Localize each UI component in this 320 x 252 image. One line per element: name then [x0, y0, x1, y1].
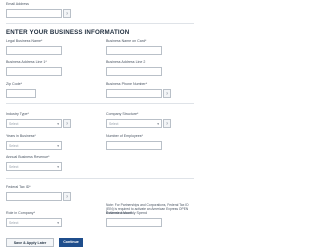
- years-in-business-value: Select: [9, 144, 19, 148]
- industry-type-value: Select: [9, 122, 19, 126]
- years-in-business-label: Years in Business*: [6, 134, 36, 138]
- legal-business-name-label: Legal Business Name*: [6, 39, 43, 43]
- address-line-1-label: Business Address Line 1*: [6, 60, 47, 64]
- save-apply-later-button[interactable]: Save & Apply Later: [6, 238, 54, 247]
- continue-button[interactable]: Continue: [59, 238, 83, 247]
- address-line-1-field[interactable]: [6, 67, 62, 76]
- federal-tax-id-label: Federal Tax ID*: [6, 185, 31, 189]
- section-title: ENTER YOUR BUSINESS INFORMATION: [6, 29, 130, 36]
- industry-type-label: Industry Type*: [6, 112, 29, 116]
- role-in-company-label: Role in Company*: [6, 211, 35, 215]
- business-name-on-card-field[interactable]: [106, 46, 162, 55]
- annual-revenue-label: Annual Business Revenue*: [6, 155, 50, 159]
- years-in-business-select[interactable]: Select ▾: [6, 141, 62, 150]
- number-of-employees-label: Number of Employees*: [106, 134, 143, 138]
- federal-tax-id-field[interactable]: [6, 192, 62, 201]
- company-structure-select[interactable]: Select ▾: [106, 119, 162, 128]
- divider: [6, 178, 194, 179]
- chevron-down-icon: ▾: [57, 221, 59, 225]
- monthly-spend-label: Estimated Monthly Spend: [106, 211, 147, 215]
- business-phone-label: Business Phone Number*: [106, 82, 148, 86]
- zip-code-label: Zip Code*: [6, 82, 22, 86]
- structure-help-icon[interactable]: ?: [163, 119, 171, 128]
- monthly-spend-field[interactable]: [106, 218, 162, 227]
- chevron-down-icon: ▾: [57, 122, 59, 126]
- chevron-down-icon: ▾: [57, 144, 59, 148]
- annual-revenue-value: Select: [9, 165, 19, 169]
- address-line-2-field[interactable]: [106, 67, 162, 76]
- annual-revenue-select[interactable]: Select ▾: [6, 162, 62, 171]
- email-help-icon[interactable]: ?: [63, 9, 71, 18]
- phone-help-icon[interactable]: ?: [163, 89, 171, 98]
- chevron-down-icon: ▾: [57, 165, 59, 169]
- tax-id-help-icon[interactable]: ?: [63, 192, 71, 201]
- company-structure-value: Select: [109, 122, 119, 126]
- role-in-company-value: Select: [9, 221, 19, 225]
- email-label: Email Address: [6, 2, 29, 6]
- divider: [6, 23, 194, 24]
- industry-type-select[interactable]: Select ▾: [6, 119, 62, 128]
- business-phone-field[interactable]: [106, 89, 162, 98]
- address-line-2-label: Business Address Line 2: [106, 60, 146, 64]
- company-structure-label: Company Structure*: [106, 112, 139, 116]
- zip-code-field[interactable]: [6, 89, 36, 98]
- number-of-employees-field[interactable]: [106, 141, 162, 150]
- email-field[interactable]: [6, 9, 62, 18]
- divider: [6, 103, 194, 104]
- chevron-down-icon: ▾: [157, 122, 159, 126]
- role-in-company-select[interactable]: Select ▾: [6, 218, 62, 227]
- legal-business-name-field[interactable]: [6, 46, 62, 55]
- business-name-on-card-label: Business Name on Card*: [106, 39, 147, 43]
- industry-help-icon[interactable]: ?: [63, 119, 71, 128]
